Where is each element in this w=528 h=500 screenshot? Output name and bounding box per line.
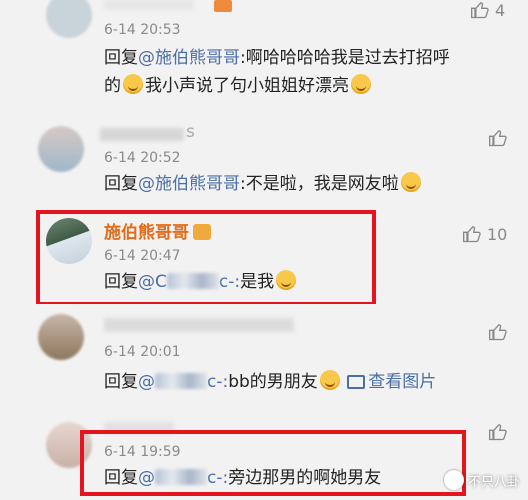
comment-text-line2: 的 我小声说了句小姐姐好漂亮 bbox=[104, 72, 373, 100]
username-blurred[interactable] bbox=[104, 318, 294, 332]
username-tail: s bbox=[186, 122, 195, 142]
reply-text: bb的男朋友 bbox=[228, 372, 318, 392]
watermark-text: 不只八卦 bbox=[467, 474, 520, 490]
avatar[interactable] bbox=[38, 126, 84, 172]
thumbs-up-icon bbox=[489, 324, 507, 341]
like-button[interactable] bbox=[488, 322, 508, 342]
reply-label: 回复 bbox=[104, 372, 138, 392]
thumbs-up-icon bbox=[471, 2, 489, 19]
mention-link[interactable]: @施伯熊哥哥 bbox=[138, 48, 240, 68]
mention-link[interactable]: @ bbox=[138, 372, 155, 392]
avatar[interactable] bbox=[38, 314, 84, 360]
comment-time: 6-14 20:53 bbox=[104, 22, 181, 38]
like-button[interactable] bbox=[488, 422, 508, 442]
tag-badge bbox=[214, 0, 232, 12]
grin-emoji-icon bbox=[123, 74, 143, 94]
highlight-box bbox=[36, 210, 376, 306]
blurred-username bbox=[155, 373, 207, 389]
shy-emoji-icon bbox=[351, 74, 371, 94]
thumbs-up-icon bbox=[489, 424, 507, 441]
wechat-logo-icon bbox=[443, 470, 464, 490]
reply-text: :不是啦，我是网友啦 bbox=[240, 174, 399, 194]
mention-link[interactable]: @施伯熊哥哥 bbox=[138, 174, 240, 194]
picture-icon bbox=[347, 375, 366, 389]
reply-text: 的 bbox=[104, 76, 121, 96]
like-count: 10 bbox=[487, 224, 508, 244]
comment-time: 6-14 20:52 bbox=[104, 150, 181, 166]
username-blurred[interactable] bbox=[104, 0, 194, 10]
highlight-box bbox=[80, 430, 466, 496]
like-button[interactable] bbox=[488, 128, 508, 148]
comment-time: 6-14 20:01 bbox=[104, 344, 181, 360]
comment-item-2: s 6-14 20:52 回复@施伯熊哥哥:不是啦，我是网友啦 bbox=[0, 112, 528, 204]
comment-text: 回复@ c-:bb的男朋友 查看图片 bbox=[104, 368, 436, 396]
reply-label: 回复 bbox=[104, 174, 138, 194]
smile-emoji-icon bbox=[319, 370, 340, 390]
reply-text: 我小声说了句小姐姐好漂亮 bbox=[145, 76, 349, 96]
avatar[interactable] bbox=[46, 0, 92, 38]
like-button[interactable]: 4 bbox=[470, 0, 505, 20]
username-blurred[interactable] bbox=[100, 128, 184, 141]
reply-label: 回复 bbox=[104, 48, 138, 68]
mention-tail: c-: bbox=[207, 372, 229, 392]
comment-item-4: 6-14 20:01 回复@ c-:bb的男朋友 查看图片 bbox=[0, 304, 528, 404]
comment-text: 回复@施伯熊哥哥:不是啦，我是网友啦 bbox=[104, 170, 423, 198]
thumbs-up-icon bbox=[463, 226, 481, 243]
comment-text: 回复@施伯熊哥哥:啊哈哈哈哈我是过去打招呼 bbox=[104, 44, 450, 72]
reply-text: :啊哈哈哈哈我是过去打招呼 bbox=[240, 48, 450, 68]
thumbs-up-icon bbox=[489, 130, 507, 147]
view-photo-link[interactable]: 查看图片 bbox=[347, 372, 436, 392]
like-count: 4 bbox=[495, 0, 506, 20]
comment-item-1: 6-14 20:53 4 回复@施伯熊哥哥:啊哈哈哈哈我是过去打招呼 的 我小声说… bbox=[0, 0, 528, 112]
like-button[interactable]: 10 bbox=[462, 224, 507, 244]
laugh-emoji-icon bbox=[400, 172, 421, 192]
watermark: 不只八卦 bbox=[443, 470, 520, 490]
